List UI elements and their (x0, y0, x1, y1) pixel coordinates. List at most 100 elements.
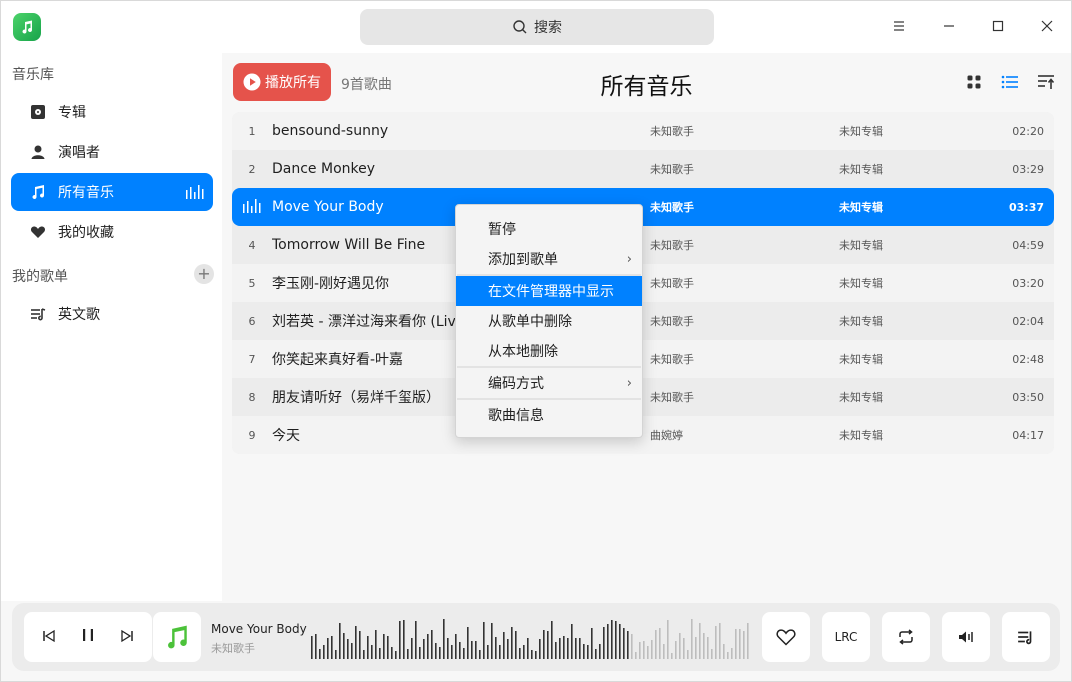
song-duration: 02:20 (1012, 124, 1044, 138)
song-row[interactable]: 8 朋友请听好（易烊千玺版） 未知歌手 未知专辑 03:50 (232, 378, 1054, 416)
track-number: 2 (248, 162, 256, 176)
waveform-bar (423, 639, 425, 659)
song-row[interactable]: 4 Tomorrow Will Be Fine 未知歌手 未知专辑 04:59 (232, 226, 1054, 264)
waveform-bar (639, 642, 641, 659)
play-queue-button[interactable] (1002, 612, 1050, 662)
play-all-button[interactable]: 播放所有 (233, 63, 331, 101)
close-button[interactable] (1032, 11, 1062, 41)
menu-item-label: 从本地删除 (488, 344, 558, 360)
minimize-button[interactable] (934, 11, 964, 41)
waveform-progress[interactable] (311, 615, 751, 659)
sidebar-item-label: 我的收藏 (58, 225, 114, 241)
waveform-bar (703, 633, 705, 659)
sidebar-item-playlist-english[interactable]: 英文歌 (11, 295, 213, 333)
menu-item-add-to-playlist[interactable]: 添加到歌单 › (456, 244, 642, 274)
waveform-bar (467, 627, 469, 659)
track-number: 8 (248, 390, 256, 404)
repeat-button[interactable] (882, 612, 930, 662)
waveform-bar (367, 636, 369, 659)
waveform-bar (579, 638, 581, 659)
sort-icon (1038, 75, 1055, 89)
album-cover[interactable] (153, 612, 201, 662)
waveform-bar (355, 626, 357, 659)
volume-button[interactable] (942, 612, 990, 662)
song-album: 未知专辑 (839, 391, 883, 404)
waveform-bar (611, 620, 613, 659)
waveform-bar (511, 627, 513, 659)
maximize-icon (992, 20, 1004, 32)
song-row-playing[interactable]: Move Your Body 未知歌手 未知专辑 03:37 (232, 188, 1054, 226)
waveform-bar (651, 640, 653, 659)
song-row[interactable]: 7 你笑起来真好看-叶嘉 未知歌手 未知专辑 02:48 (232, 340, 1054, 378)
menu-item-label: 暂停 (488, 222, 516, 238)
sidebar-item-singers[interactable]: 演唱者 (11, 133, 213, 171)
next-button[interactable] (120, 628, 134, 647)
menu-button[interactable] (884, 11, 914, 41)
sidebar-item-all-music[interactable]: 所有音乐 (11, 173, 213, 211)
waveform-bar (495, 637, 497, 659)
waveform-bar (383, 634, 385, 659)
waveform-bar (507, 639, 509, 659)
song-artist: 未知歌手 (650, 163, 694, 176)
main-content: 所有音乐 播放所有 9首歌曲 1 bensound-sunny 未知歌手 未知专… (222, 53, 1071, 601)
waveform-bar (731, 648, 733, 659)
waveform-bar (603, 627, 605, 659)
song-title: bensound-sunny (272, 123, 389, 139)
waveform-bar (695, 637, 697, 659)
waveform-bar (535, 651, 537, 659)
menu-item-encoding[interactable]: 编码方式 › (456, 368, 642, 398)
sidebar-item-albums[interactable]: 专辑 (11, 93, 213, 131)
song-row[interactable]: 6 刘若英 - 漂洋过海来看你 (Live 未知歌手 未知专辑 02:04 (232, 302, 1054, 340)
waveform-bar (359, 631, 361, 659)
menu-item-show-in-file-manager[interactable]: 在文件管理器中显示 (456, 276, 642, 306)
song-artist: 未知歌手 (650, 315, 694, 328)
waveform-bar (475, 641, 477, 659)
sidebar-item-favorites[interactable]: 我的收藏 (11, 213, 213, 251)
sidebar-item-label: 所有音乐 (58, 185, 114, 201)
waveform-bar (323, 645, 325, 659)
pause-button[interactable] (80, 627, 96, 647)
menu-item-label: 编码方式 (488, 376, 544, 392)
song-row[interactable]: 9 今天 曲婉婷 未知专辑 04:17 (232, 416, 1054, 454)
song-duration: 02:48 (1012, 352, 1044, 366)
maximize-button[interactable] (983, 11, 1013, 41)
menu-item-delete-local[interactable]: 从本地删除 (456, 336, 642, 366)
menu-item-pause[interactable]: 暂停 (456, 214, 642, 244)
waveform-bar (571, 624, 573, 659)
sort-button[interactable] (1035, 71, 1057, 93)
favorite-button[interactable] (762, 612, 810, 662)
song-row[interactable]: 1 bensound-sunny 未知歌手 未知专辑 02:20 (232, 112, 1054, 150)
search-placeholder: 搜索 (534, 20, 562, 36)
waveform-bar (447, 638, 449, 659)
waveform-bar (339, 623, 341, 659)
song-artist: 未知歌手 (650, 277, 694, 290)
song-row[interactable]: 2 Dance Monkey 未知歌手 未知专辑 03:29 (232, 150, 1054, 188)
menu-item-label: 从歌单中删除 (488, 314, 572, 330)
list-view-button[interactable] (999, 71, 1021, 93)
song-duration: 04:17 (1012, 428, 1044, 442)
song-album: 未知专辑 (839, 239, 883, 252)
track-number: 1 (248, 124, 256, 138)
grid-view-button[interactable] (963, 71, 985, 93)
title-bar: 搜索 (1, 1, 1071, 53)
menu-item-song-info[interactable]: 歌曲信息 (456, 400, 642, 430)
menu-item-remove-from-playlist[interactable]: 从歌单中删除 (456, 306, 642, 336)
singer-icon (29, 143, 47, 161)
volume-icon (959, 631, 973, 643)
song-album: 未知专辑 (839, 125, 883, 138)
waveform-bar (655, 630, 657, 659)
lyrics-button[interactable]: LRC (822, 612, 870, 662)
waveform-bar (431, 630, 433, 659)
play-all-label: 播放所有 (265, 75, 321, 91)
waveform-bar (583, 644, 585, 659)
waveform-bar (439, 647, 441, 659)
sidebar-item-label: 专辑 (58, 105, 86, 121)
waveform-bar (623, 628, 625, 659)
grid-view-icon (967, 75, 981, 89)
playlist-icon (29, 305, 47, 323)
add-playlist-button[interactable]: + (194, 264, 214, 284)
song-row[interactable]: 5 李玉刚-刚好遇见你 未知歌手 未知专辑 03:20 (232, 264, 1054, 302)
waveform-bar (503, 632, 505, 659)
previous-button[interactable] (42, 628, 56, 647)
search-input[interactable]: 搜索 (360, 9, 714, 45)
